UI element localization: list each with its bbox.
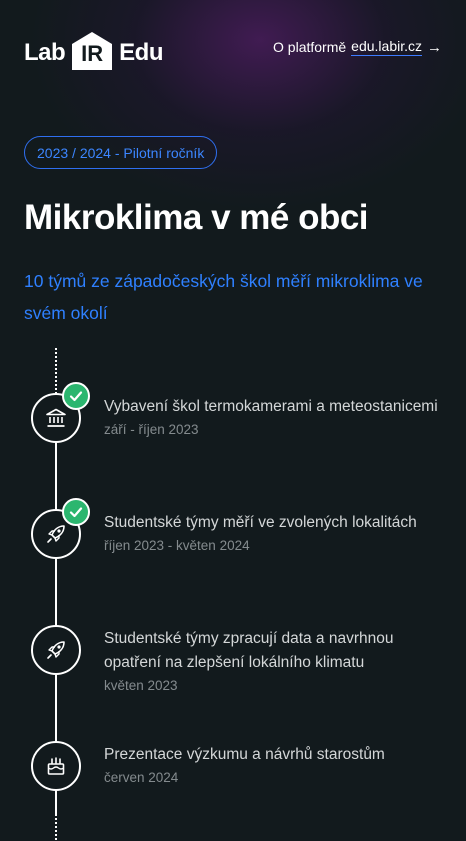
logo-text-ir: IR (81, 41, 104, 66)
step-text: Studentské týmy zpracují data a navrhnou… (104, 627, 444, 696)
step-date: září - říjen 2023 (104, 422, 199, 437)
step-title: Vybavení škol termokamerami a meteostani… (104, 398, 438, 415)
step-text: Studentské týmy měří ve zvolených lokali… (104, 511, 444, 556)
completed-check-icon (62, 498, 90, 526)
timeline-dotted-end (55, 814, 57, 841)
nav-about-prefix: O platformě (273, 39, 347, 55)
step-date: květen 2023 (104, 678, 178, 693)
rocket-icon (47, 641, 65, 659)
bank-icon (46, 408, 66, 427)
logo-text-edu: Edu (119, 39, 163, 66)
rocket-icon (47, 525, 65, 543)
step-icon-circle (31, 741, 81, 791)
page-title: Mikroklima v mé obci (24, 198, 369, 237)
logo-house-mark: IR (70, 30, 114, 70)
site-header: Lab IR Edu O platformě edu.labir.cz → (24, 24, 442, 70)
step-date: červen 2024 (104, 770, 179, 785)
project-timeline: Vybavení škol termokamerami a meteostani… (0, 345, 466, 841)
completed-check-icon (62, 382, 90, 410)
step-text: Prezentace výzkumu a návrhů starostům če… (104, 743, 444, 788)
step-text: Vybavení škol termokamerami a meteostani… (104, 395, 444, 440)
page-subtitle: 10 týmů ze západočeských škol měří mikro… (24, 271, 423, 323)
arrow-right-icon[interactable]: → (427, 39, 442, 56)
header-nav: O platformě edu.labir.cz → (273, 38, 442, 56)
step-date: říjen 2023 - květen 2024 (104, 538, 250, 553)
step-icon-circle (31, 625, 81, 675)
logo-text-lab: Lab (24, 39, 66, 66)
step-title: Studentské týmy zpracují data a navrhnou… (104, 630, 394, 671)
step-title: Prezentace výzkumu a návrhů starostům (104, 746, 385, 763)
labir-edu-logo[interactable]: Lab IR Edu (24, 24, 163, 70)
timeline-dotted-start (55, 348, 57, 394)
cake-icon (47, 757, 65, 775)
platform-link[interactable]: edu.labir.cz (351, 38, 422, 56)
step-title: Studentské týmy měří ve zvolených lokali… (104, 514, 417, 531)
season-badge: 2023 / 2024 - Pilotní ročník (24, 136, 218, 169)
